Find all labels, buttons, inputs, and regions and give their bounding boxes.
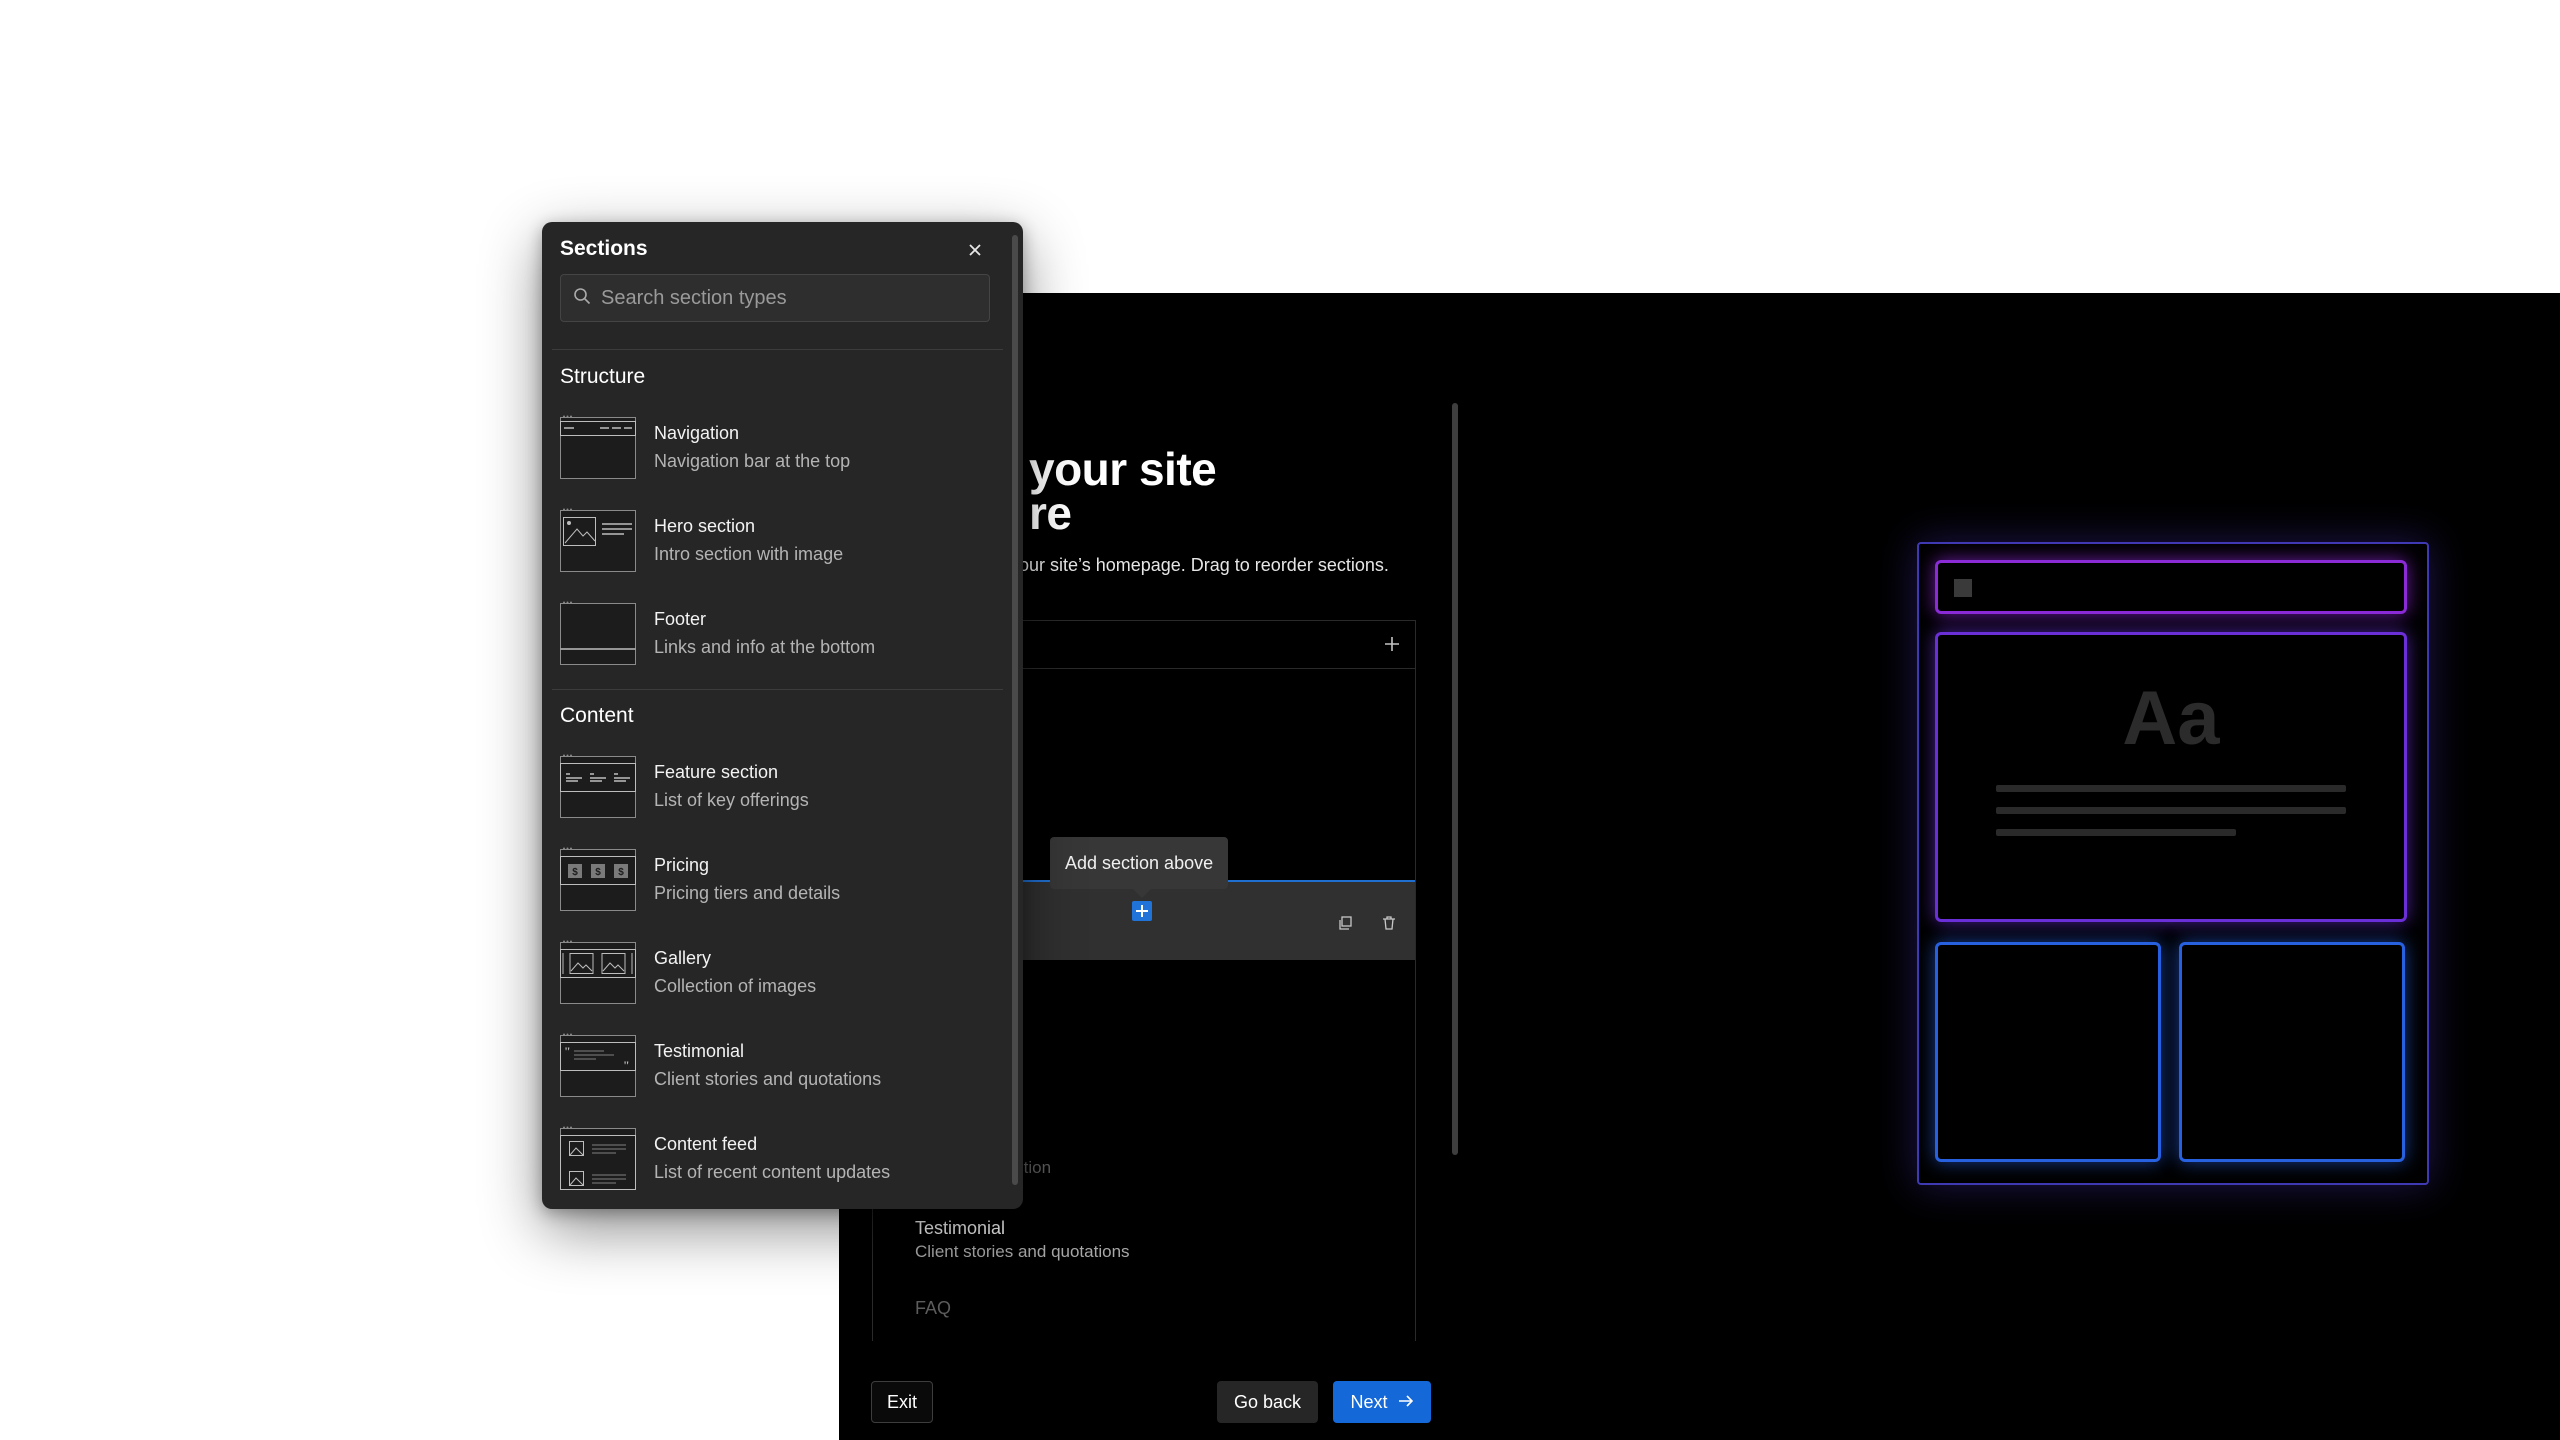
section-type-testimonial[interactable]: " " Testimonial Client stories and quota… [560, 1033, 1000, 1105]
illustration-text-line [1996, 807, 2346, 814]
list-item[interactable]: FAQ [873, 1280, 1415, 1341]
footer-thumbnail-icon [560, 601, 636, 665]
sections-panel: Sections Structure Navigation Navigation… [542, 222, 1023, 1209]
search-icon [573, 287, 591, 310]
illustration-hero-text: Aa [2122, 676, 2220, 761]
illustration-card-right [2179, 942, 2405, 1162]
wizard-footer: Exit Go back Next [839, 1366, 1439, 1440]
page-title-line1: your site [1029, 443, 1217, 495]
svg-text:$: $ [618, 867, 624, 878]
duplicate-icon[interactable] [1331, 909, 1359, 937]
page-title: your site re [1029, 443, 1329, 539]
search-input[interactable] [601, 286, 981, 310]
illustration-text-line [1996, 829, 2236, 836]
trash-icon[interactable] [1375, 909, 1403, 937]
add-section-tooltip: Add section above [1050, 837, 1229, 898]
onboarding-window: your site re our site’s homepage. Drag t… [839, 293, 2560, 1440]
group-title-structure: Structure [560, 365, 646, 388]
insert-section-plus-icon[interactable] [1132, 901, 1152, 921]
section-type-pricing[interactable]: $ $ $ Pricing Pricing tiers and details [560, 847, 1000, 919]
next-button[interactable]: Next [1333, 1381, 1431, 1423]
svg-text:": " [564, 1044, 571, 1058]
section-type-hero[interactable]: Hero section Intro section with image [560, 508, 1000, 580]
hero-thumbnail-icon [560, 508, 636, 572]
page-subtitle: our site’s homepage. Drag to reorder sec… [1019, 555, 1389, 575]
illustration-hero: Aa [1935, 632, 2407, 922]
list-item[interactable]: Testimonial Client stories and quotation… [873, 1200, 1415, 1280]
panel-scrollbar[interactable] [1012, 235, 1018, 1185]
pricing-thumbnail-icon: $ $ $ [560, 847, 636, 911]
list-scrollbar[interactable] [1452, 403, 1458, 1155]
site-structure-illustration: Aa [1917, 542, 2433, 1189]
illustration-navbar [1935, 560, 2407, 614]
illustration-text-line [1996, 785, 2346, 792]
illustration-logo [1954, 579, 1972, 597]
svg-text:": " [623, 1058, 630, 1072]
section-type-footer[interactable]: Footer Links and info at the bottom [560, 601, 1000, 673]
go-back-button[interactable]: Go back [1217, 1381, 1318, 1423]
section-type-navigation[interactable]: Navigation Navigation bar at the top [560, 415, 1000, 487]
svg-text:$: $ [595, 867, 601, 878]
section-type-feature[interactable]: Feature section List of key offerings [560, 754, 1000, 826]
close-icon[interactable] [961, 236, 989, 264]
navigation-thumbnail-icon [560, 415, 636, 479]
search-field[interactable] [560, 274, 990, 322]
illustration-card-left [1935, 942, 2161, 1162]
section-type-gallery[interactable]: Gallery Collection of images [560, 940, 1000, 1012]
gallery-thumbnail-icon [560, 940, 636, 1004]
svg-text:$: $ [572, 867, 578, 878]
exit-button[interactable]: Exit [871, 1381, 933, 1423]
next-button-label: Next [1350, 1391, 1388, 1412]
feature-thumbnail-icon [560, 754, 636, 818]
add-section-icon[interactable] [1377, 629, 1407, 659]
arrow-right-icon [1398, 1392, 1414, 1413]
divider [552, 349, 1003, 350]
section-type-content-feed[interactable]: Content feed List of recent content upda… [560, 1126, 1000, 1198]
panel-title: Sections [560, 237, 648, 260]
testimonial-thumbnail-icon: " " [560, 1033, 636, 1097]
group-title-content: Content [560, 704, 634, 727]
page-title-line2: re [1029, 487, 1072, 539]
content-feed-thumbnail-icon [560, 1126, 636, 1190]
divider [552, 689, 1003, 690]
